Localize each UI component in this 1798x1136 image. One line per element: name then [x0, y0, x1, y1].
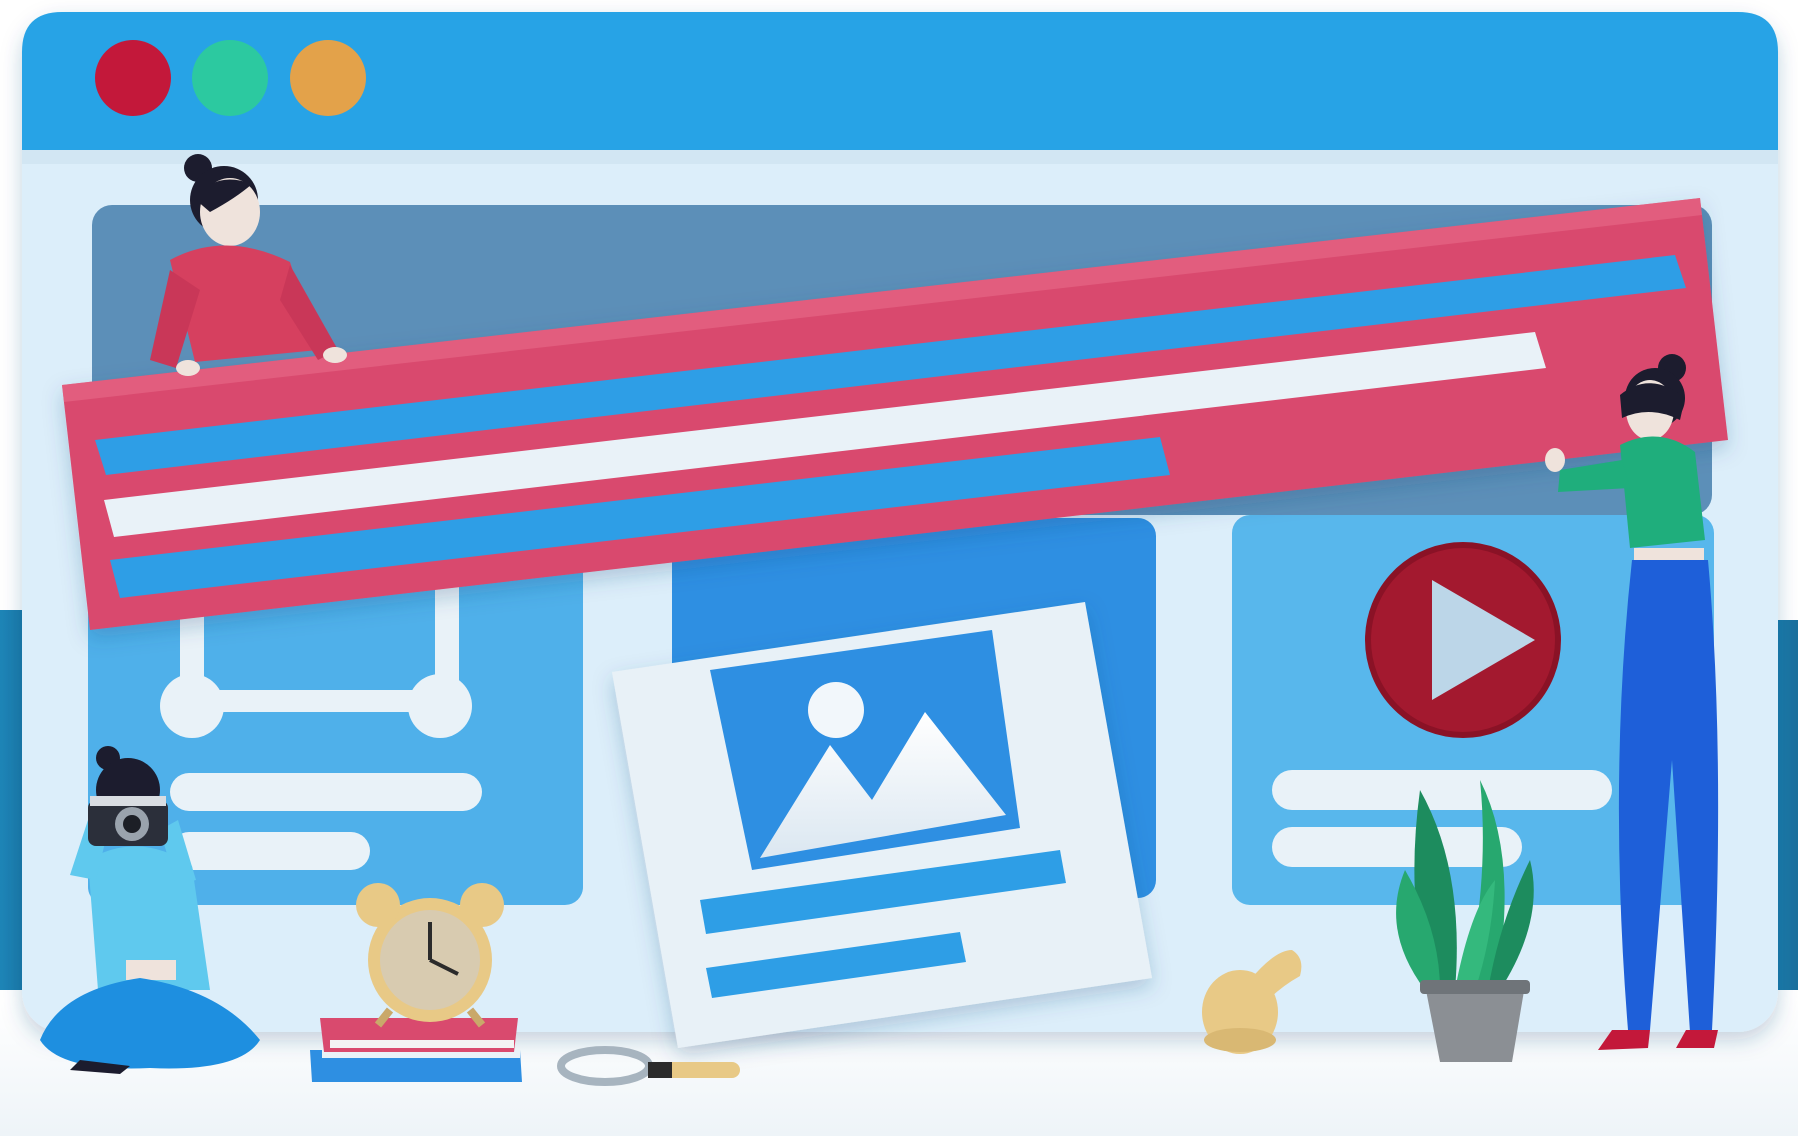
- left-card-line-2: [170, 832, 370, 870]
- window-titlebar: [22, 12, 1778, 158]
- titlebar-divider: [22, 150, 1778, 164]
- camera-icon: [88, 796, 168, 846]
- image-card: [612, 602, 1152, 1048]
- books-icon: [310, 1018, 522, 1082]
- window-maximize-button[interactable]: [290, 40, 366, 116]
- right-card-line-1: [1272, 770, 1612, 810]
- left-card-line-1: [170, 773, 482, 811]
- illustration-canvas: [0, 0, 1798, 1136]
- woman-green-shirt: [1620, 436, 1705, 548]
- window-minimize-button[interactable]: [192, 40, 268, 116]
- window-close-button[interactable]: [95, 40, 171, 116]
